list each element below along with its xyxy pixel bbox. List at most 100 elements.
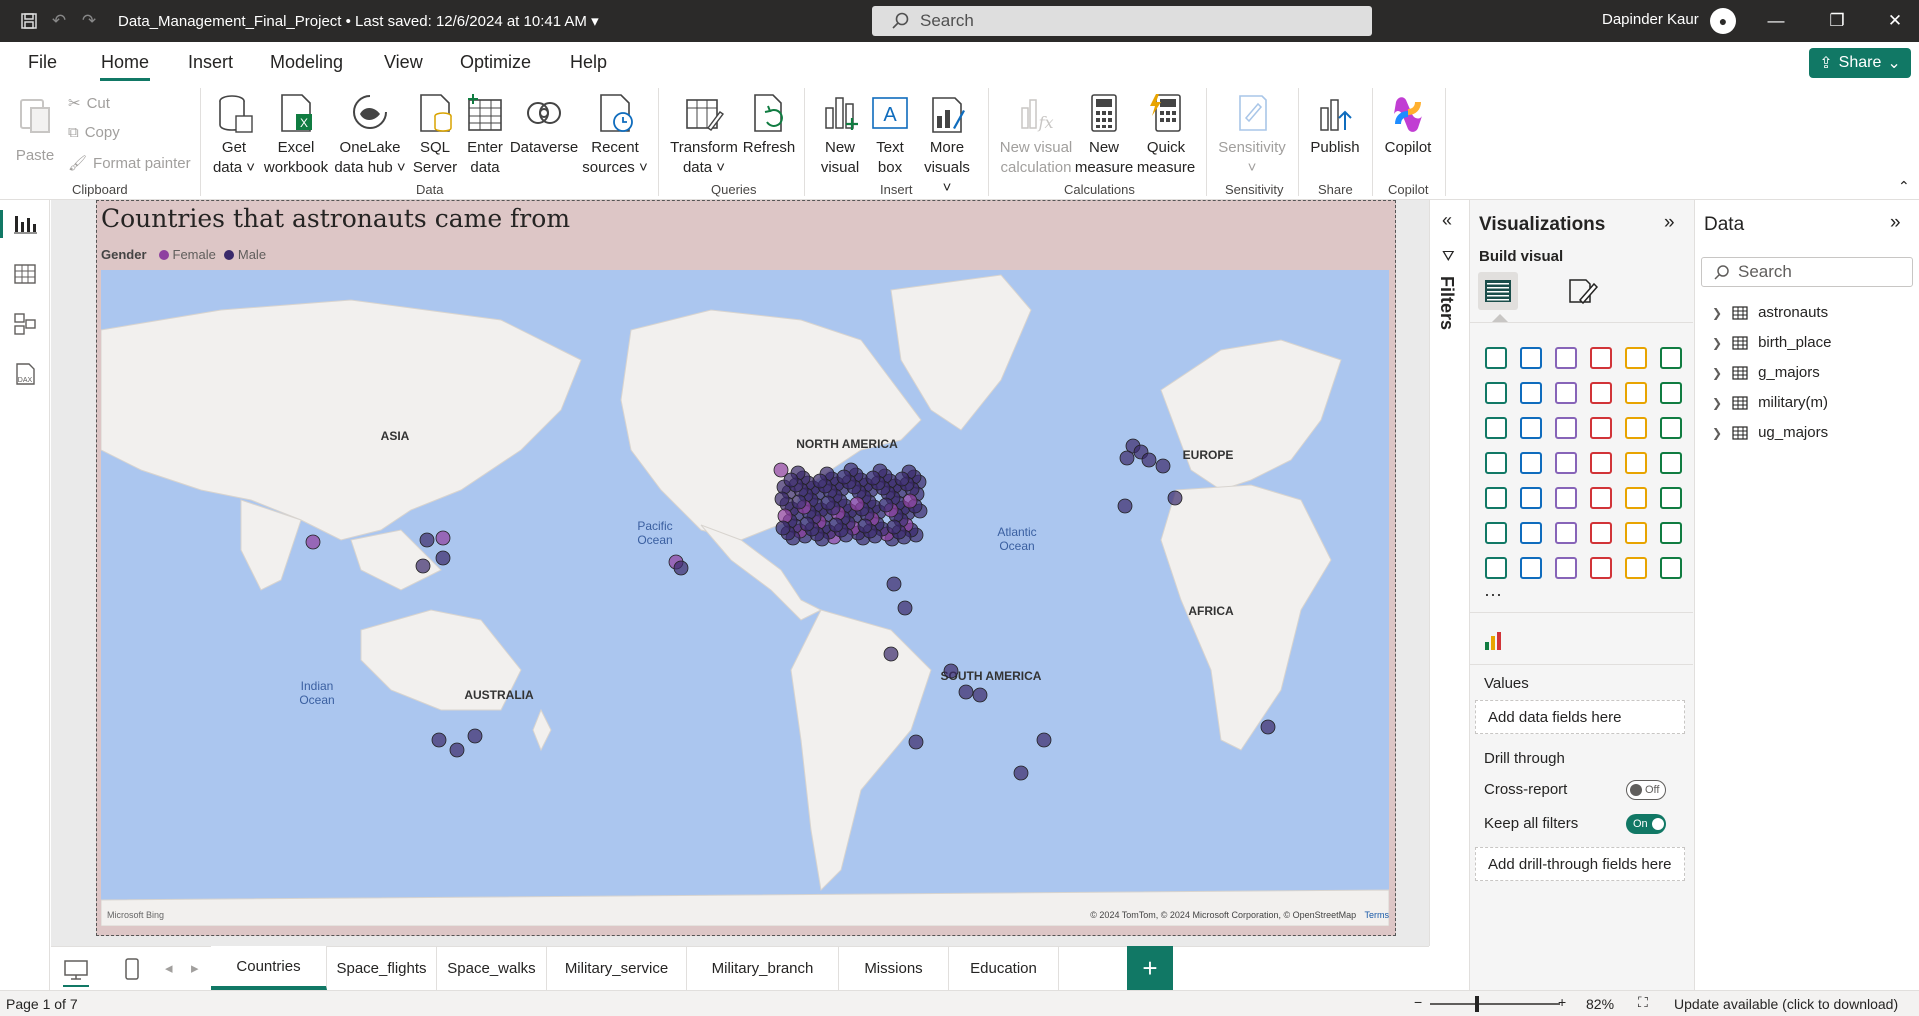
redo-icon[interactable]: ↷ (74, 6, 104, 36)
location-bubble[interactable] (902, 493, 918, 509)
table-view-icon[interactable] (12, 261, 38, 287)
100-column-visual-icon[interactable] (1653, 340, 1688, 375)
gauge-visual-icon[interactable] (1618, 445, 1653, 480)
donut-visual-icon[interactable] (1653, 410, 1688, 445)
tab-space-walks[interactable]: Space_walks (437, 946, 547, 990)
cross-report-toggle[interactable]: Off (1626, 780, 1666, 800)
build-visual-tab[interactable] (1478, 272, 1518, 310)
location-bubble[interactable] (799, 516, 815, 532)
goals-visual-icon[interactable] (1653, 515, 1688, 550)
chevron-right-icon[interactable]: ❯ (1712, 426, 1722, 440)
location-bubble[interactable] (1141, 452, 1157, 468)
document-title[interactable]: Data_Management_Final_Project • Last sav… (118, 12, 599, 30)
update-available-link[interactable]: Update available (click to download) (1674, 996, 1898, 1012)
refresh-button[interactable]: Refresh (742, 92, 796, 158)
format-visual-tab[interactable] (1562, 272, 1602, 310)
kpi-visual-icon[interactable] (1513, 480, 1548, 515)
location-bubble[interactable] (791, 494, 807, 510)
more-visual-types-icon[interactable]: ··· (1484, 584, 1502, 605)
recent-sources-button[interactable]: Recent sources ˅ (582, 92, 648, 178)
table-row[interactable]: ❯ birth_place (1712, 334, 1831, 351)
dax-query-view-icon[interactable]: DAX (12, 361, 38, 387)
copy-button[interactable]: ⧉ Copy (68, 124, 120, 141)
values-field-well[interactable]: Add data fields here (1475, 700, 1685, 734)
slicer-new-visual-icon[interactable] (1548, 550, 1583, 585)
fit-to-page-icon[interactable]: ⛶ (1638, 994, 1648, 1011)
prev-page-icon[interactable]: ◂ (165, 959, 173, 977)
100-bar-visual-icon[interactable] (1618, 340, 1653, 375)
enter-data-button[interactable]: Enter data (462, 92, 508, 178)
add-page-button[interactable]: + (1127, 946, 1173, 990)
transform-data-button[interactable]: Transform data ˅ (666, 92, 742, 178)
location-bubble[interactable] (1167, 490, 1183, 506)
card-new-visual-icon[interactable] (1513, 550, 1548, 585)
avatar[interactable]: ● (1710, 8, 1736, 34)
table-row[interactable]: ❯ astronauts (1712, 304, 1828, 321)
menu-modeling[interactable]: Modeling (270, 52, 343, 73)
location-bubble[interactable] (958, 684, 974, 700)
menu-optimize[interactable]: Optimize (460, 52, 531, 73)
location-bubble[interactable] (836, 469, 852, 485)
azure-map-visual-icon[interactable] (1583, 445, 1618, 480)
location-bubble[interactable] (908, 734, 924, 750)
clustered-column-visual-icon[interactable] (1583, 340, 1618, 375)
location-bubble[interactable] (820, 495, 836, 511)
location-bubble[interactable] (857, 518, 873, 534)
location-bubble[interactable] (886, 519, 902, 535)
pie-visual-icon[interactable] (1618, 410, 1653, 445)
location-bubble[interactable] (435, 550, 451, 566)
stacked-bar-visual-icon[interactable] (1478, 340, 1513, 375)
line-stacked-column-visual-icon[interactable] (1653, 375, 1688, 410)
chevron-right-icon[interactable]: ❯ (1712, 336, 1722, 350)
excel-workbook-button[interactable]: X Excel workbook (262, 92, 330, 178)
copilot-button[interactable]: Copilot (1380, 92, 1436, 158)
close-icon[interactable]: ✕ (1882, 8, 1908, 34)
table-row[interactable]: ❯ g_majors (1712, 364, 1820, 381)
table-row[interactable]: ❯ ug_majors (1712, 424, 1828, 441)
location-bubble[interactable] (1117, 498, 1133, 514)
menu-help[interactable]: Help (570, 52, 607, 73)
get-more-visuals-icon[interactable] (1482, 628, 1506, 652)
location-bubble[interactable] (865, 470, 881, 486)
drill-through-field-well[interactable]: Add drill-through fields here (1475, 847, 1685, 881)
mobile-layout-icon[interactable] (123, 957, 141, 981)
location-bubble[interactable] (673, 560, 689, 576)
zoom-out-button[interactable]: − (1414, 994, 1422, 1010)
model-view-icon[interactable] (12, 311, 38, 337)
treemap-visual-icon[interactable] (1478, 445, 1513, 480)
desktop-layout-icon[interactable] (63, 959, 89, 981)
collapse-data-icon[interactable]: » (1890, 212, 1901, 234)
keep-all-filters-toggle[interactable]: On (1626, 814, 1666, 834)
narrative-visual-icon[interactable] (1618, 515, 1653, 550)
share-button[interactable]: ⇪ Share ⌄ (1809, 48, 1911, 78)
format-painter-button[interactable]: 🖌 Format painter (68, 154, 191, 173)
chevron-right-icon[interactable]: ❯ (1712, 366, 1722, 380)
undo-icon[interactable]: ↶ (44, 6, 74, 36)
location-bubble[interactable] (774, 491, 790, 507)
publish-button[interactable]: Publish (1306, 92, 1364, 158)
location-bubble[interactable] (435, 530, 451, 546)
table-row[interactable]: ❯ military(m) (1712, 394, 1828, 411)
report-view-icon[interactable] (12, 211, 38, 237)
more-visual-icon[interactable] (1653, 550, 1688, 585)
menu-file[interactable]: File (28, 52, 57, 73)
decomposition-tree-visual-icon[interactable] (1548, 515, 1583, 550)
location-bubble[interactable] (883, 646, 899, 662)
location-bubble[interactable] (415, 558, 431, 574)
tab-missions[interactable]: Missions (839, 946, 949, 990)
key-influencers-visual-icon[interactable] (1513, 515, 1548, 550)
location-bubble[interactable] (849, 496, 865, 512)
cut-button[interactable]: ✂ Cut (68, 94, 110, 113)
location-bubble[interactable] (1119, 450, 1135, 466)
power-automate-visual-icon[interactable] (1618, 550, 1653, 585)
slicer-visual-icon[interactable] (1548, 480, 1583, 515)
funnel-visual-icon[interactable] (1548, 410, 1583, 445)
location-bubble[interactable] (812, 473, 828, 489)
location-bubble[interactable] (894, 471, 910, 487)
location-bubble[interactable] (783, 472, 799, 488)
power-apps-visual-icon[interactable] (1583, 550, 1618, 585)
card-visual-icon[interactable] (1653, 445, 1688, 480)
line-visual-icon[interactable] (1478, 375, 1513, 410)
location-bubble[interactable] (878, 497, 894, 513)
tab-space-flights[interactable]: Space_flights (327, 946, 437, 990)
